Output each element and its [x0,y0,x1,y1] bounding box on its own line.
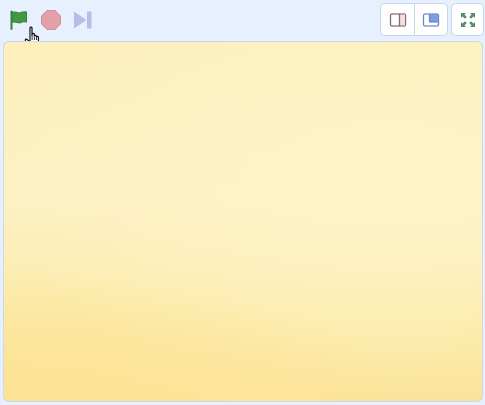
stop-icon [41,10,61,30]
stage-size-toggle [380,3,448,36]
stage-canvas[interactable] [3,41,483,402]
large-stage-icon [422,12,440,27]
small-stage-icon [389,12,406,27]
fullscreen-icon [460,12,475,27]
stage-panel [0,0,485,405]
large-stage-button[interactable] [414,4,447,35]
green-flag-icon [10,10,27,30]
step-icon [74,11,92,29]
fullscreen-button[interactable] [451,3,484,36]
small-stage-button[interactable] [381,4,414,35]
green-flag-button[interactable] [7,8,31,32]
stop-button[interactable] [39,8,63,32]
step-button[interactable] [71,8,95,32]
